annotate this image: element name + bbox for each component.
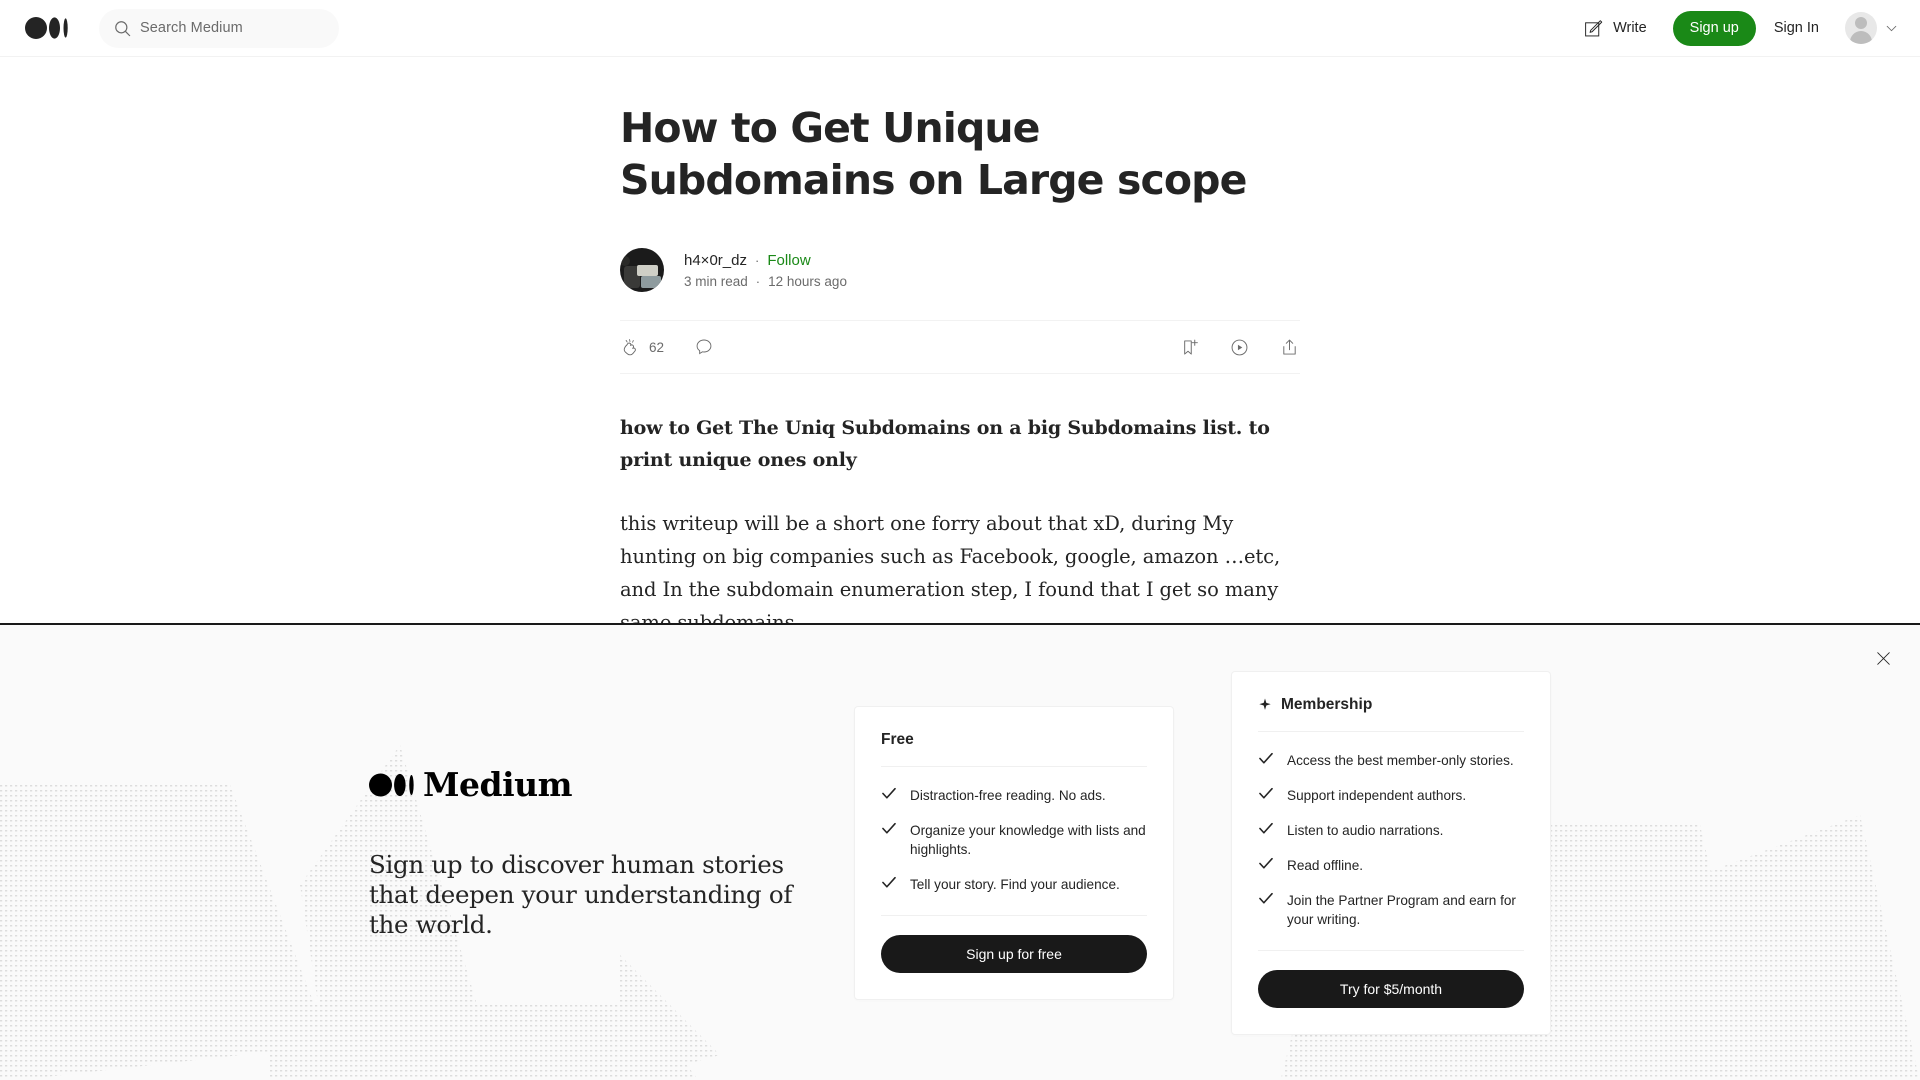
divider [1258,730,1524,732]
list-item: Organize your knowledge with lists and h… [881,821,1147,859]
search-placeholder: Search Medium [140,20,243,36]
clap-count: 62 [649,339,665,355]
signin-button[interactable]: Sign In [1762,12,1831,44]
medium-wordmark: Medium [369,765,799,804]
article-body-paragraph: this writeup will be a short one forry a… [620,512,1281,623]
avatar-photo-shape-3 [641,276,661,288]
divider [881,765,1147,767]
check-icon [882,876,896,888]
membership-plan-title: Membership [1258,696,1524,714]
author-avatar[interactable] [620,248,664,292]
medium-logo-icon [25,17,68,39]
feature-label: Listen to audio narrations. [1287,822,1444,838]
write-pencil-icon [1585,19,1603,36]
try-membership-button[interactable]: Try for $5/month [1258,969,1524,1008]
overlay-brand-block: Medium Sign up to discover human stories… [369,765,799,940]
write-button[interactable]: Write [1573,12,1657,45]
play-audio-icon [1231,339,1248,355]
clap-button[interactable]: 62 [620,337,664,358]
divider [881,914,1147,916]
avatar-photo-shape-2 [637,265,658,276]
feature-label: Distraction-free reading. No ads. [910,787,1106,803]
follow-button[interactable]: Follow [767,252,810,269]
write-label: Write [1613,20,1647,36]
search-input[interactable]: Search Medium [99,8,339,48]
top-navigation-bar: Search Medium Write Sign up Sign In [0,0,1920,57]
read-time: 3 min read [684,273,748,289]
list-item: Tell your story. Find your audience. [881,875,1147,894]
byline: h4×0r_dz · Follow 3 min read · 12 hours … [620,248,1300,292]
meta-separator: · [755,273,761,289]
author-name[interactable]: h4×0r_dz [684,252,747,269]
list-item: Listen to audio narrations. [1258,821,1524,840]
membership-plan-card: Membership Access the best member-only s… [1231,670,1551,1035]
search-icon [115,20,131,36]
comment-button[interactable] [694,337,714,357]
article-container: How to Get Unique Subdomains on Large sc… [0,57,1920,623]
free-plan-card: Free Distraction-free reading. No ads. O… [854,705,1174,1000]
feature-label: Tell your story. Find your audience. [910,876,1120,892]
sparkle-icon [1259,697,1271,710]
feature-label: Support independent authors. [1287,787,1467,803]
comment-icon [696,339,712,355]
share-icon [1283,339,1296,355]
page-title: How to Get Unique Subdomains on Large sc… [620,104,1247,204]
check-icon [1259,857,1273,869]
signup-overlay: Medium Sign up to discover human stories… [0,623,1920,1080]
user-avatar-button[interactable] [1845,12,1877,44]
list-item: Distraction-free reading. No ads. [881,786,1147,805]
check-icon [882,787,896,799]
list-item: Read offline. [1258,856,1524,875]
membership-plan-title-text: Membership [1281,695,1373,713]
list-item: Support independent authors. [1258,786,1524,805]
feature-label: Read offline. [1287,857,1364,873]
avatar-photo-shape-4 [620,256,630,266]
free-plan-title: Free [881,731,1147,749]
share-button[interactable] [1279,337,1300,358]
published-time: 12 hours ago [768,273,847,289]
feature-label: Organize your knowledge with lists and h… [910,822,1146,857]
check-icon [1259,787,1273,799]
check-icon [1259,822,1273,834]
bookmark-button[interactable] [1179,337,1200,358]
header-actions: Write Sign up Sign In [1573,10,1898,46]
signup-button[interactable]: Sign up [1672,10,1756,46]
brand-name: Medium [423,765,573,804]
overlay-tagline: Sign up to discover human stories that d… [369,850,793,939]
check-icon [882,822,896,834]
avatar-body-shape [1850,31,1872,44]
list-item: Access the best member-only stories. [1258,751,1524,770]
check-icon [1259,752,1273,764]
chevron-down-icon[interactable] [1885,22,1898,35]
avatar-head-shape [1855,17,1867,29]
feature-label: Join the Partner Program and earn for yo… [1287,892,1516,927]
list-item: Join the Partner Program and earn for yo… [1258,891,1524,929]
medium-logo-icon [369,773,414,796]
byline-separator: · [754,252,760,268]
clap-icon [623,338,636,355]
listen-button[interactable] [1229,337,1250,358]
bookmark-add-icon [1184,339,1198,355]
article-lead-paragraph: how to Get The Uniq Subdomains on a big … [620,417,1270,471]
medium-logo-link[interactable] [25,16,69,40]
engagement-bar: 62 [620,320,1300,374]
feature-label: Access the best member-only stories. [1287,752,1514,768]
divider [1258,949,1524,951]
free-plan-title-text: Free [881,730,914,748]
signup-free-button[interactable]: Sign up for free [881,934,1147,973]
check-icon [1259,892,1273,904]
